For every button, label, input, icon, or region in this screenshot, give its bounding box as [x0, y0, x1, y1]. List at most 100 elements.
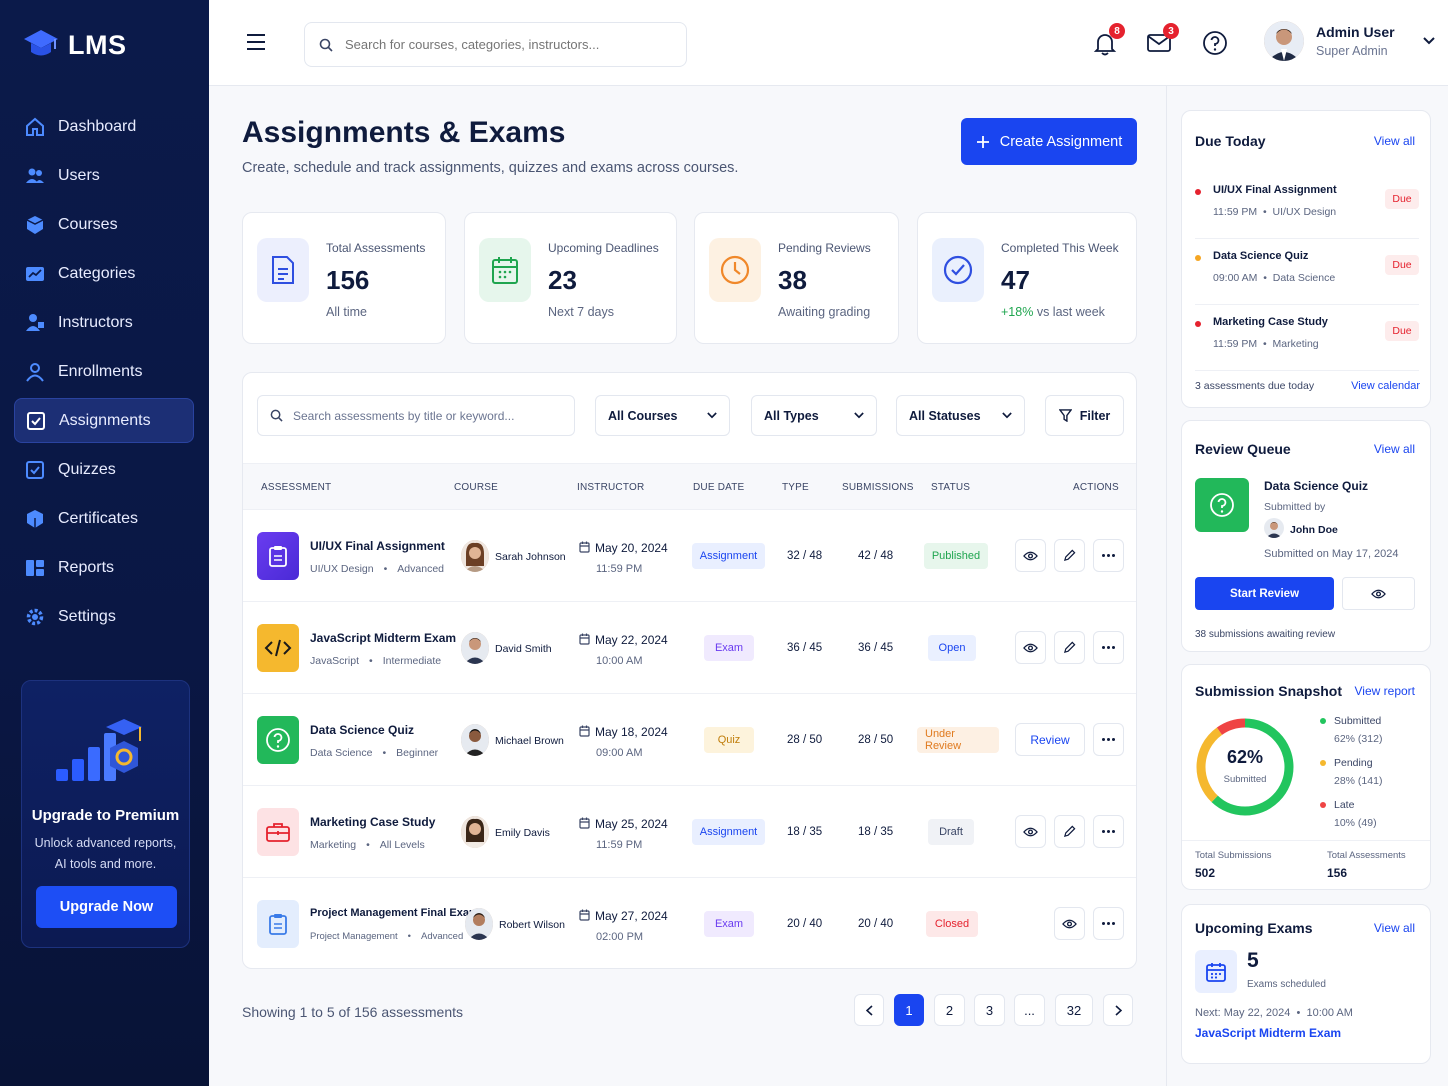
search-icon — [270, 409, 283, 422]
page-button[interactable]: 32 — [1055, 994, 1093, 1026]
table-row[interactable]: Marketing Case Study Marketing • All Level… — [243, 786, 1136, 878]
due-item[interactable]: Marketing Case Study 11:59 PM • Marketin… — [1195, 309, 1419, 371]
level: All Levels — [379, 839, 425, 851]
legend-item-pending: Pending 28% (141) — [1320, 757, 1382, 787]
table-row[interactable]: Project Management Final Exam Project Ma… — [243, 878, 1136, 970]
assessment-title[interactable]: Project Management Final Exam — [310, 907, 479, 919]
view-all-link[interactable]: View all — [1374, 921, 1415, 935]
sidebar-item-courses[interactable]: Courses — [14, 202, 194, 247]
sidebar-item-label: Assignments — [59, 411, 151, 429]
sidebar-item-users[interactable]: Users — [14, 153, 194, 198]
more-button[interactable] — [1093, 815, 1124, 848]
avatar — [461, 816, 489, 848]
global-search-input[interactable] — [345, 37, 665, 52]
view-all-link[interactable]: View all — [1374, 442, 1415, 456]
sidebar-item-instructors[interactable]: Instructors — [14, 300, 194, 345]
page-button[interactable]: 2 — [934, 994, 965, 1026]
review-item-title[interactable]: Data Science Quiz — [1264, 479, 1368, 493]
notifications-button[interactable]: 8 — [1092, 23, 1125, 56]
promo-subtitle: Unlock advanced reports, AI tools and mo… — [34, 836, 177, 871]
sidebar-item-reports[interactable]: Reports — [14, 545, 194, 590]
sidebar-item-settings[interactable]: Settings — [14, 594, 194, 639]
sidebar-nav: Dashboard Users Courses Categories Instr… — [14, 104, 194, 643]
review-button[interactable]: Review — [1015, 723, 1085, 756]
assessment-search-input[interactable]: Search assessments by title or keyword..… — [293, 409, 514, 423]
page-button[interactable]: 1 — [894, 994, 924, 1026]
eye-icon — [1023, 551, 1038, 560]
sidebar-item-quizzes[interactable]: Quizzes — [14, 447, 194, 492]
stat-label: Pending Reviews — [778, 241, 871, 255]
courses-dropdown[interactable]: All Courses — [595, 395, 730, 436]
edit-button[interactable] — [1054, 539, 1085, 572]
assessment-title[interactable]: Marketing Case Study — [310, 815, 435, 829]
start-review-button[interactable]: Start Review — [1195, 577, 1334, 610]
upgrade-now-button[interactable]: Upgrade Now — [36, 886, 177, 928]
user-menu[interactable]: Admin User Super Admin — [1264, 21, 1435, 61]
legend-item-submitted: Submitted 62% (312) — [1320, 715, 1382, 745]
help-icon — [1203, 31, 1227, 55]
sidebar-item-categories[interactable]: Categories — [14, 251, 194, 296]
assessment-title[interactable]: Data Science Quiz — [310, 723, 414, 737]
menu-toggle-icon[interactable] — [247, 34, 265, 50]
create-assignment-button[interactable]: Create Assignment — [961, 118, 1137, 165]
upcoming-exams-card: Upcoming Exams View all 5 Exams schedule… — [1181, 904, 1431, 1064]
view-all-link[interactable]: View all — [1374, 134, 1415, 148]
status-dot — [1195, 321, 1201, 327]
eye-icon — [1023, 827, 1038, 836]
assessment-title[interactable]: UI/UX Final Assignment — [310, 539, 445, 553]
help-button[interactable] — [1202, 30, 1228, 56]
growth-chart-illustration — [56, 719, 142, 781]
preview-button[interactable] — [1342, 577, 1415, 610]
topbar: 8 3 Admin User Super Admin — [209, 0, 1448, 86]
next-page-button[interactable] — [1103, 994, 1133, 1026]
table-row[interactable]: Data Science Quiz Data Science • Beginner … — [243, 694, 1136, 786]
avatar — [1264, 518, 1284, 538]
total-assessments-value: 156 — [1327, 866, 1348, 880]
instructor-icon — [24, 312, 46, 334]
due-item-time: 11:59 PM — [1213, 338, 1258, 350]
view-button[interactable] — [1054, 907, 1085, 940]
types-dropdown[interactable]: All Types — [751, 395, 877, 436]
view-button[interactable] — [1015, 815, 1046, 848]
filter-button[interactable]: Filter — [1045, 395, 1124, 436]
sidebar-item-assignments[interactable]: Assignments — [14, 398, 194, 443]
statuses-dropdown-value: All Statuses — [909, 408, 981, 423]
sidebar-item-label: Users — [58, 166, 100, 184]
view-button[interactable] — [1015, 631, 1046, 664]
more-button[interactable] — [1093, 631, 1124, 664]
page-button[interactable]: 3 — [974, 994, 1005, 1026]
edit-button[interactable] — [1054, 631, 1085, 664]
more-button[interactable] — [1093, 723, 1124, 756]
table-row[interactable]: JavaScript Midterm Exam JavaScript • Inter… — [243, 602, 1136, 694]
due-item[interactable]: UI/UX Final Assignment 11:59 PM • UI/UX … — [1195, 177, 1419, 239]
calendar-icon — [479, 238, 531, 302]
stat-label: Total Assessments — [326, 241, 426, 255]
table-row[interactable]: UI/UX Final Assignment UI/UX Design • Adva… — [243, 510, 1136, 602]
messages-button[interactable]: 3 — [1146, 23, 1179, 56]
submissions-count: 18 / 35 — [858, 826, 894, 838]
calendar-icon — [579, 909, 590, 921]
user-role: Super Admin — [1316, 44, 1388, 58]
more-button[interactable] — [1093, 539, 1124, 572]
view-report-link[interactable]: View report — [1355, 684, 1415, 698]
next-exam-link[interactable]: JavaScript Midterm Exam — [1195, 1026, 1341, 1040]
instructor-name: Robert Wilson — [499, 919, 565, 931]
edit-button[interactable] — [1054, 815, 1085, 848]
due-item[interactable]: Data Science Quiz 09:00 AM • Data Scienc… — [1195, 243, 1419, 305]
question-circle-icon — [257, 716, 299, 764]
sidebar-item-certificates[interactable]: Certificates — [14, 496, 194, 541]
sidebar-item-dashboard[interactable]: Dashboard — [14, 104, 194, 149]
types-dropdown-value: All Types — [764, 408, 819, 423]
view-calendar-link[interactable]: View calendar — [1351, 380, 1420, 392]
statuses-dropdown[interactable]: All Statuses — [896, 395, 1025, 436]
column-header: SUBMISSIONS — [842, 482, 914, 493]
view-button[interactable] — [1015, 539, 1046, 572]
prev-page-button[interactable] — [854, 994, 884, 1026]
assessment-meta: Marketing • All Levels — [310, 839, 425, 851]
more-button[interactable] — [1093, 907, 1124, 940]
assessment-title[interactable]: JavaScript Midterm Exam — [310, 631, 456, 645]
logo[interactable]: LMS — [22, 26, 127, 64]
search-icon — [319, 38, 333, 52]
column-header: STATUS — [931, 482, 971, 493]
sidebar-item-enrollments[interactable]: Enrollments — [14, 349, 194, 394]
